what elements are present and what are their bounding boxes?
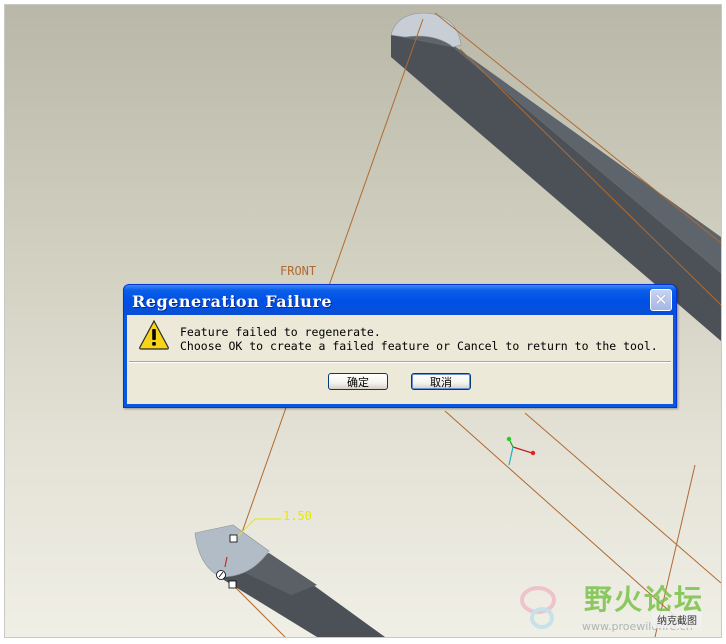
coordinate-triad-icon [506,436,536,466]
butterfly-logo-icon [520,586,556,629]
drag-handle-top[interactable] [229,534,238,543]
dialog-body: Feature failed to regenerate. Choose OK … [127,315,673,404]
dialog-title-bar[interactable]: Regeneration Failure ✕ [124,285,676,315]
ok-button[interactable]: 确定 [328,373,388,390]
watermark-caption: 纳克截图 [652,611,702,628]
close-icon: ✕ [654,290,668,309]
drag-handle-bottom[interactable] [228,580,237,589]
dialog-separator [129,361,671,363]
close-button[interactable]: ✕ [650,289,672,311]
watermark: 野火论坛 www.proewildfire.cn 纳克截图 [514,574,720,636]
datum-label-front[interactable]: FRONT [280,264,316,278]
regeneration-failure-dialog: Regeneration Failure ✕ Feature failed to… [123,284,677,408]
dialog-message: Feature failed to regenerate. Choose OK … [180,325,658,353]
dialog-title: Regeneration Failure [132,292,333,311]
dimension-value[interactable]: 1.50 [283,509,312,523]
warning-icon [139,319,169,350]
cancel-button[interactable]: 取消 [411,373,471,390]
message-line-1: Feature failed to regenerate. [180,325,381,339]
message-line-2: Choose OK to create a failed feature or … [180,339,658,353]
